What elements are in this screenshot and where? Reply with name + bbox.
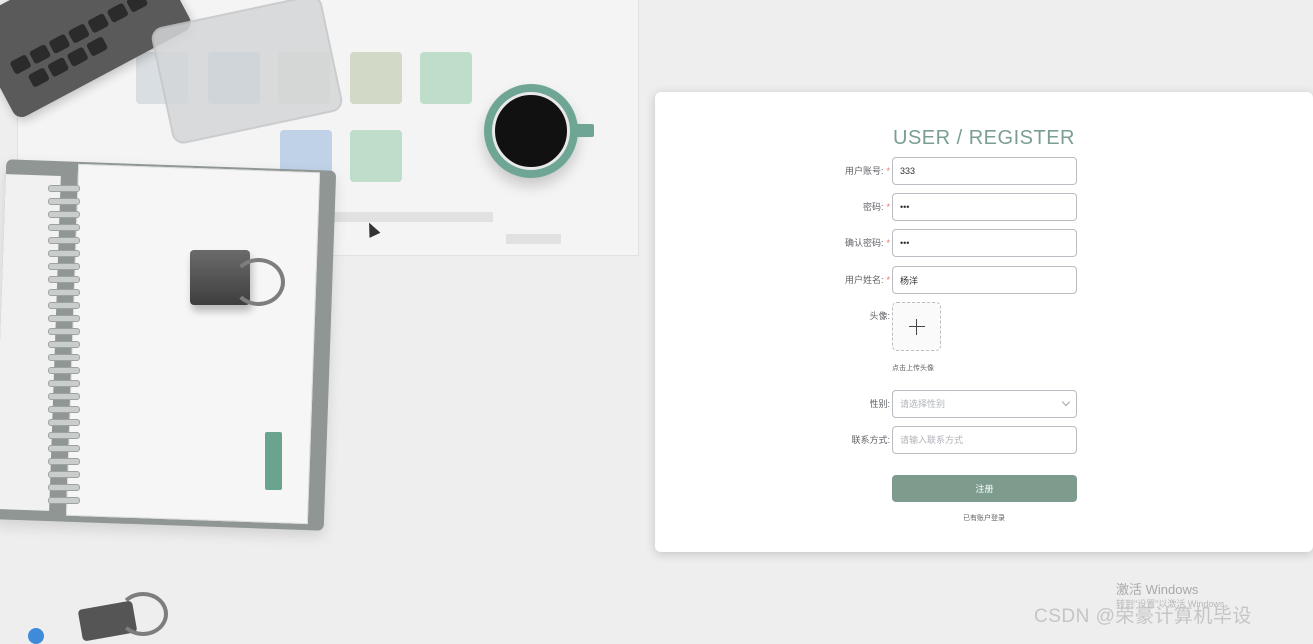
gender-select-placeholder: 请选择性别 xyxy=(892,390,1077,418)
register-button[interactable]: 注册 xyxy=(892,475,1077,502)
binder-clip-wire xyxy=(232,258,285,306)
background-thumbnail xyxy=(350,130,402,182)
form-row-gender: 性别: 请选择性别 xyxy=(655,390,1313,418)
windows-activation-title: 激活 Windows xyxy=(1116,582,1199,597)
account-input[interactable] xyxy=(892,157,1077,185)
form-row-contact: 联系方式: xyxy=(655,426,1313,454)
password-input[interactable] xyxy=(892,193,1077,221)
login-link[interactable]: 已有账户登录 xyxy=(655,513,1313,523)
required-mark: * xyxy=(886,275,890,285)
background-thumbnail xyxy=(420,52,472,104)
register-panel: USER / REGISTER 用户账号:* 密码:* 确认密码:* 用户姓名:… xyxy=(655,92,1313,552)
csdn-watermark: CSDN @荣豪计算机毕设 xyxy=(1034,606,1252,627)
form-row-confirm-password: 确认密码: * xyxy=(655,229,1313,257)
background-thumbnail xyxy=(350,52,402,104)
coffee-cup-decoration xyxy=(484,84,578,178)
form-row-password: 密码: * xyxy=(655,193,1313,221)
account-label: 用户账号: * xyxy=(844,166,890,176)
gender-label: 性别: xyxy=(869,399,890,409)
contact-input[interactable] xyxy=(892,426,1077,454)
form-row-avatar: 头像: xyxy=(655,302,1313,330)
avatar-label: 头像: xyxy=(869,311,890,321)
confirm-password-input[interactable] xyxy=(892,229,1077,257)
confirm-password-label: 确认密码: * xyxy=(844,238,890,248)
form-row-account: 用户账号: * xyxy=(655,157,1313,185)
form-row-name: 用户姓名: * xyxy=(655,266,1313,294)
sticky-tab-decoration xyxy=(265,432,282,490)
plus-icon xyxy=(909,326,925,327)
binder-clip-wire-bottom xyxy=(118,592,168,636)
gender-select[interactable]: 请选择性别 xyxy=(892,390,1077,418)
avatar-upload-hint: 点击上传头像 xyxy=(892,365,934,372)
contact-label: 联系方式: xyxy=(851,435,890,445)
register-title: USER / REGISTER xyxy=(893,127,1075,149)
coffee-cup-handle xyxy=(574,124,594,137)
name-label: 用户姓名: * xyxy=(844,275,890,285)
name-input[interactable] xyxy=(892,266,1077,294)
avatar-upload-button[interactable] xyxy=(892,302,941,351)
background-button-shape xyxy=(506,234,561,244)
taskbar-sliver-icon xyxy=(28,628,44,644)
required-mark: * xyxy=(886,238,890,248)
required-mark: * xyxy=(886,202,890,212)
password-label: 密码: * xyxy=(862,202,890,212)
required-mark: * xyxy=(886,166,890,176)
